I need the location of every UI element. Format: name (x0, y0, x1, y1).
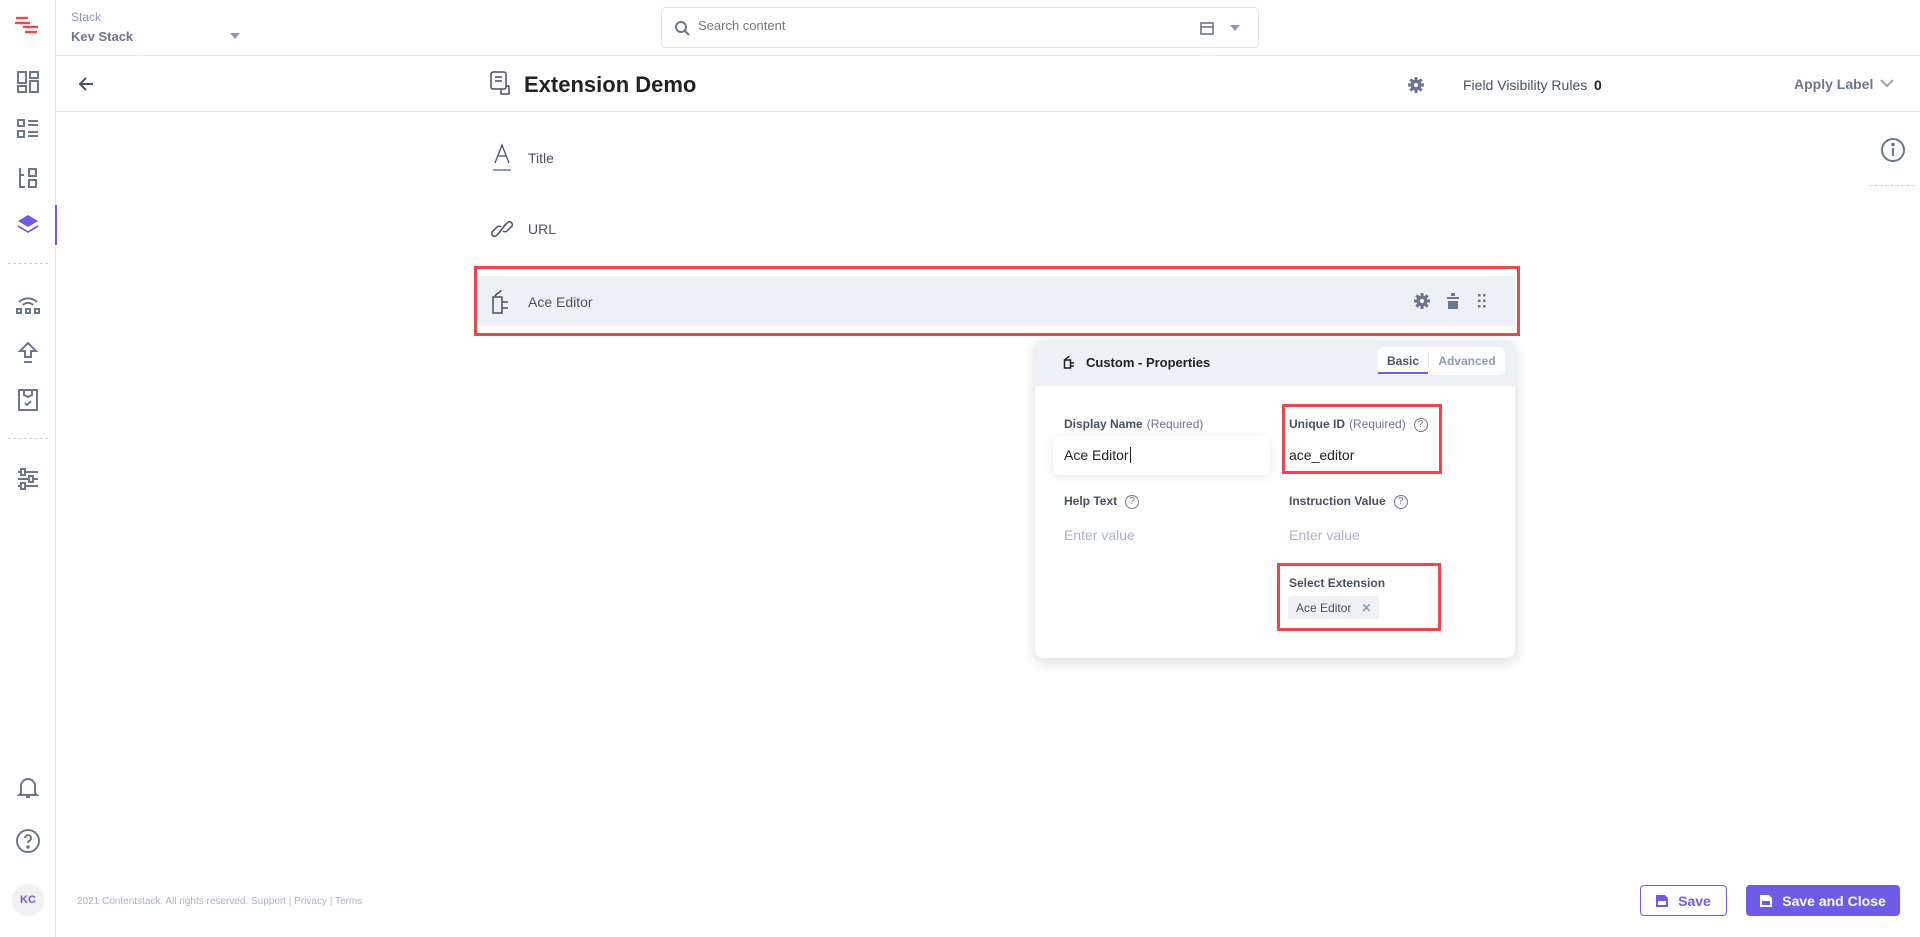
save-icon (1760, 894, 1773, 907)
help-icon[interactable]: ? (1393, 494, 1408, 509)
save-icon (1656, 894, 1669, 907)
field-ace-editor[interactable] (479, 276, 1515, 326)
apply-label-button[interactable]: Apply Label (1794, 76, 1873, 92)
remove-x-icon[interactable]: ✕ (1361, 601, 1371, 615)
calendar-icon[interactable] (1200, 21, 1214, 35)
settings-sliders-icon[interactable] (14, 465, 42, 493)
field-label: URL (528, 221, 557, 237)
field-label: Title (528, 150, 554, 166)
save-and-close-button[interactable]: Save and Close (1746, 885, 1900, 916)
settings-gear-icon[interactable] (1408, 77, 1424, 93)
help-text-label: Help Text? (1064, 494, 1140, 509)
contentstack-logo[interactable] (14, 14, 40, 36)
instruction-value-label: Instruction Value? (1289, 494, 1408, 509)
properties-header: Custom - Properties Basic Advanced (1035, 340, 1515, 386)
releases-icon[interactable] (14, 386, 42, 414)
visibility-rules-count: 0 (1594, 77, 1602, 93)
publish-queue-icon[interactable] (14, 339, 42, 367)
search-bar[interactable] (661, 7, 1259, 48)
info-icon[interactable] (1880, 137, 1906, 163)
highlight-box (1282, 404, 1442, 474)
extension-plug-icon (492, 289, 508, 314)
display-name-label: Display Name (Required) (1064, 417, 1204, 431)
properties-tabs: Basic Advanced (1378, 347, 1505, 375)
user-avatar[interactable]: KC (12, 884, 44, 916)
divider (1870, 185, 1914, 186)
field-settings-gear-icon[interactable] (1414, 293, 1430, 309)
chevron-down-icon[interactable] (1880, 78, 1894, 88)
divider (8, 263, 48, 264)
display-name-input[interactable]: Ace Editor (1053, 436, 1270, 475)
divider (8, 438, 48, 439)
stack-dropdown-caret-icon[interactable] (230, 33, 240, 44)
stack-layers-icon[interactable] (14, 211, 42, 239)
content-models-icon[interactable] (14, 164, 42, 192)
unique-id-label: Unique ID (Required)? (1289, 417, 1428, 432)
properties-title: Custom - Properties (1086, 355, 1211, 370)
help-icon[interactable]: ? (1125, 494, 1140, 509)
extensions-icon[interactable] (14, 290, 42, 318)
stack-selector[interactable]: Kev Stack (71, 29, 133, 44)
field-title[interactable]: Title (490, 143, 554, 173)
support-link[interactable]: Support (251, 896, 286, 907)
drag-handle-icon[interactable] (1478, 294, 1486, 308)
footer: 2021 Contentstack. All rights reserved. … (77, 896, 363, 907)
entries-list-icon[interactable] (14, 115, 42, 143)
terms-link[interactable]: Terms (335, 896, 362, 907)
back-arrow-icon[interactable] (78, 76, 94, 92)
privacy-link[interactable]: Privacy (294, 896, 327, 907)
field-ace-editor-content: Ace Editor (490, 288, 593, 316)
extension-plug-icon (1063, 355, 1074, 369)
notifications-bell-icon[interactable] (14, 773, 42, 801)
link-icon (490, 220, 514, 238)
help-icon[interactable]: ? (1413, 417, 1428, 432)
delete-trash-icon[interactable] (1446, 293, 1460, 309)
select-extension-label: Select Extension (1289, 576, 1386, 590)
left-sidebar: KC (0, 0, 57, 937)
search-filter-caret-icon[interactable] (1230, 25, 1240, 36)
active-indicator (55, 205, 57, 245)
text-icon (493, 143, 511, 171)
unique-id-input[interactable]: ace_editor (1289, 447, 1354, 463)
help-text-input[interactable]: Enter value (1064, 527, 1135, 543)
selected-extension-chip: Ace Editor ✕ (1288, 596, 1380, 619)
field-url[interactable]: URL (490, 216, 556, 242)
properties-panel: Custom - Properties Basic Advanced Displ… (1035, 340, 1515, 658)
tab-basic[interactable]: Basic (1378, 348, 1428, 374)
page-title: Extension Demo (524, 72, 697, 97)
help-icon[interactable] (14, 827, 42, 855)
field-label: Ace Editor (528, 294, 593, 310)
content-type-icon (490, 71, 510, 95)
stack-label: Stack (71, 10, 102, 24)
page-header: Extension Demo Field Visibility Rules 0 … (56, 56, 1920, 112)
search-icon (675, 21, 690, 36)
save-button[interactable]: Save (1640, 885, 1727, 916)
tab-advanced[interactable]: Advanced (1429, 348, 1505, 374)
dashboard-icon[interactable] (14, 68, 42, 96)
field-visibility-rules-link[interactable]: Field Visibility Rules (1463, 77, 1587, 93)
search-input[interactable] (698, 18, 1178, 33)
instruction-value-input[interactable]: Enter value (1289, 527, 1360, 543)
